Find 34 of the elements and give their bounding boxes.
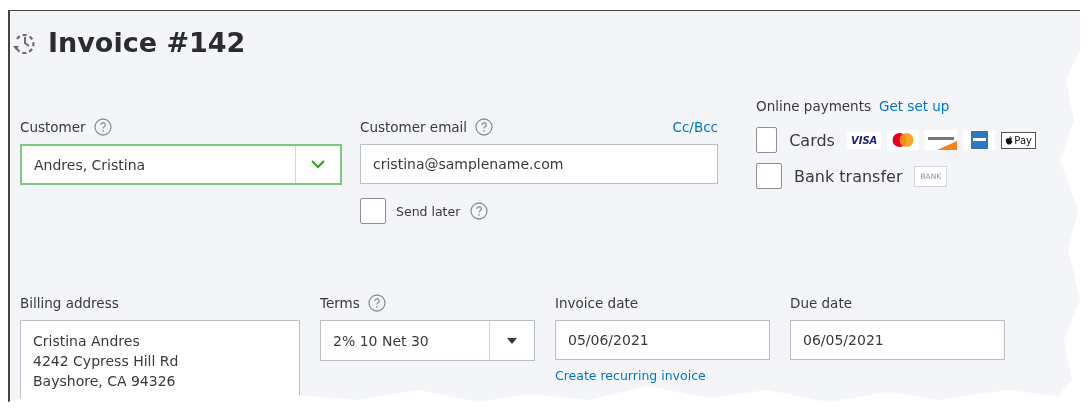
email-field[interactable]: cristina@samplename.com	[360, 144, 718, 184]
field-label: Customer	[20, 119, 86, 135]
caret-down-icon[interactable]	[507, 337, 517, 344]
checkbox-label: Bank transfer	[794, 166, 903, 186]
recurring-link[interactable]: Create recurring invoice	[555, 368, 706, 383]
checkbox[interactable]	[756, 127, 778, 153]
card-logo: VISA	[846, 131, 882, 149]
card-logo	[963, 130, 996, 150]
card-logo	[925, 130, 958, 150]
card-logo: Pay	[1001, 131, 1036, 149]
chevron-down-icon[interactable]	[311, 160, 325, 169]
field-label: Terms	[320, 295, 360, 311]
date-field[interactable]: 05/06/2021	[555, 320, 770, 360]
apple-icon	[1005, 135, 1014, 145]
checkbox-label: Cards	[789, 130, 835, 150]
date-field[interactable]: 06/05/2021	[790, 320, 1005, 360]
help-icon[interactable]	[475, 118, 494, 136]
setup-link[interactable]: Get set up	[879, 98, 950, 114]
field-label: Due date	[790, 295, 852, 311]
invoice-title: Invoice #142	[48, 27, 246, 58]
help-icon[interactable]	[93, 118, 112, 136]
field-label: Online payments	[756, 98, 871, 114]
field-label: Invoice date	[555, 295, 638, 311]
cc-bcc-link[interactable]: Cc/Bcc	[672, 119, 718, 135]
terms-dropdown[interactable]: 2% 10 Net 30	[320, 320, 535, 361]
help-icon[interactable]	[470, 202, 489, 220]
field-label: Customer email	[360, 119, 468, 135]
checkbox[interactable]	[756, 163, 782, 189]
checkbox[interactable]	[360, 198, 386, 224]
field-label: Billing address	[20, 295, 119, 311]
help-icon[interactable]	[367, 294, 386, 312]
customer-dropdown[interactable]: Andres, Cristina	[20, 144, 342, 185]
card-logo	[887, 130, 920, 150]
checkbox-label: Send later	[396, 203, 461, 219]
